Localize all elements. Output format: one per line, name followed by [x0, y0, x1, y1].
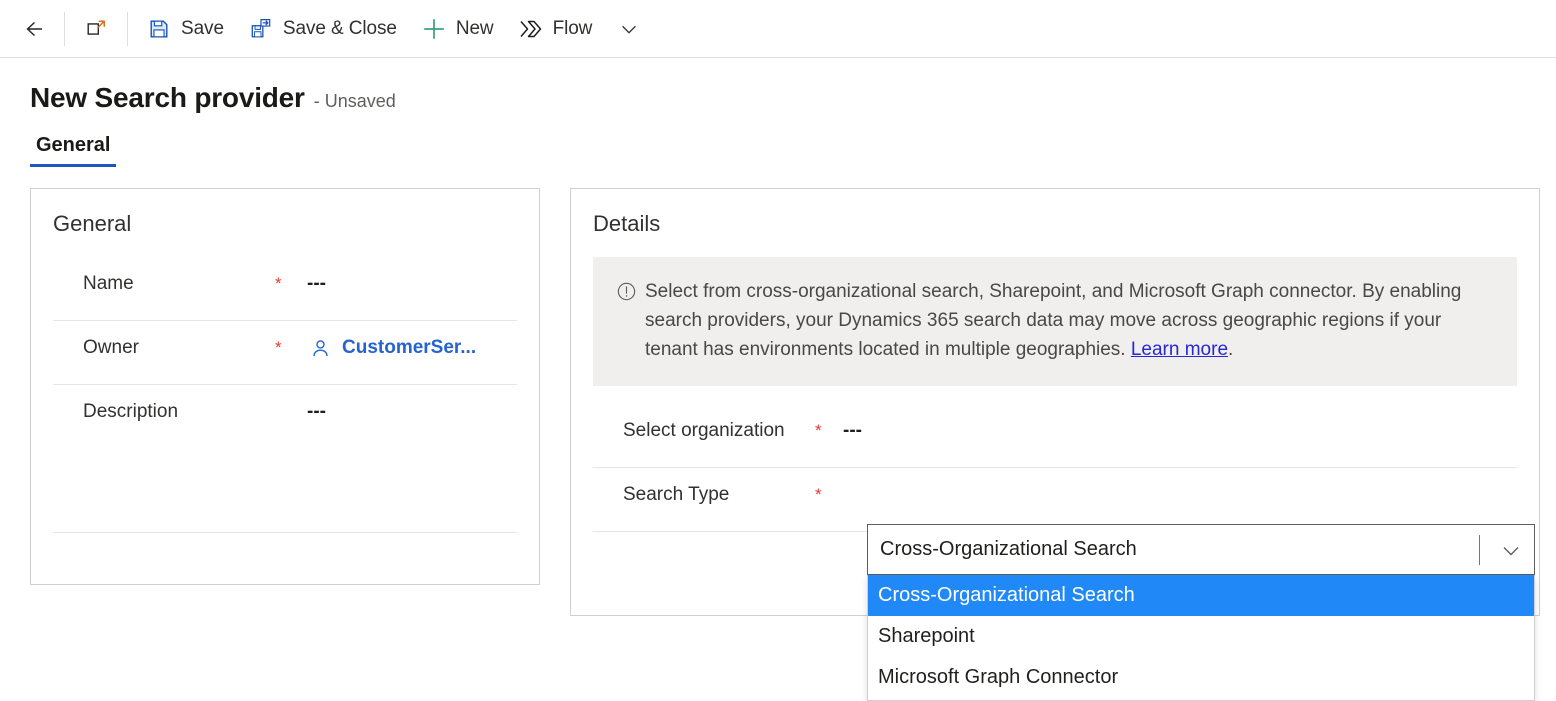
description-field-text: --- [307, 401, 326, 422]
person-icon [307, 335, 333, 361]
tab-general[interactable]: General [30, 134, 117, 167]
flow-button-label: Flow [552, 17, 593, 39]
details-info-period: . [1228, 339, 1234, 360]
search-type-label: Search Type [623, 484, 730, 505]
save-and-close-button[interactable]: Save & Close [236, 9, 409, 49]
search-type-option-microsoft-graph-connector[interactable]: Microsoft Graph Connector [868, 657, 1534, 698]
new-button-label: New [455, 17, 494, 39]
field-row-description: Description --- [53, 385, 517, 533]
search-type-option-list: Cross-Organizational Search Sharepoint M… [867, 575, 1535, 701]
search-type-selected-value: Cross-Organizational Search [880, 538, 1137, 560]
back-button[interactable] [8, 9, 58, 49]
save-button-label: Save [181, 17, 224, 39]
field-row-owner: Owner * CustomerSer... [53, 321, 517, 385]
new-button[interactable]: New [409, 9, 506, 49]
general-section-card: General Name * --- Owner * CustomerSer..… [30, 188, 540, 585]
flow-button[interactable]: Flow [506, 9, 605, 49]
select-organization-required-indicator: * [815, 421, 822, 440]
combobox-divider [1479, 534, 1480, 565]
tab-general-label: General [36, 134, 111, 156]
back-arrow-icon [20, 16, 46, 42]
owner-field-label: Owner [83, 337, 139, 358]
name-required-indicator: * [275, 274, 282, 293]
tab-strip: General [0, 134, 1556, 167]
details-info-text: Select from cross-organizational search,… [645, 277, 1491, 364]
command-bar: Save Save & Close New Flow [0, 0, 1556, 58]
details-section-title: Details [593, 211, 661, 236]
owner-lookup-link[interactable]: CustomerSer... [342, 335, 476, 361]
select-organization-value[interactable]: --- [843, 418, 862, 444]
search-type-dropdown: Cross-Organizational Search Cross-Organi… [867, 524, 1535, 701]
save-button[interactable]: Save [134, 9, 236, 49]
learn-more-link[interactable]: Learn more [1131, 339, 1228, 360]
owner-field-value[interactable]: CustomerSer... [305, 335, 476, 361]
flow-icon [518, 16, 544, 42]
name-field-value[interactable]: --- [305, 271, 326, 297]
field-row-search-type: Search Type * [593, 468, 1517, 532]
overflow-menu-button[interactable] [604, 9, 654, 49]
general-section-title: General [53, 211, 132, 236]
select-organization-text: --- [843, 420, 862, 441]
description-field-label: Description [83, 401, 179, 422]
plus-icon [421, 16, 447, 42]
owner-required-indicator: * [275, 338, 282, 357]
toolbar-divider-2 [127, 11, 128, 46]
page-header: New Search provider - Unsaved [0, 58, 1556, 114]
page-title: New Search provider [30, 82, 305, 113]
chevron-down-icon[interactable] [1494, 538, 1528, 562]
details-info-message: Select from cross-organizational search,… [645, 281, 1462, 360]
description-field-value[interactable]: --- [305, 399, 326, 425]
save-floppy-icon [146, 16, 172, 42]
name-field-label: Name [83, 273, 134, 294]
pop-out-button[interactable] [71, 9, 121, 49]
search-type-required-indicator: * [815, 485, 822, 504]
search-type-option-sharepoint[interactable]: Sharepoint [868, 616, 1534, 657]
page-save-status: - Unsaved [313, 91, 396, 111]
select-organization-label: Select organization [623, 420, 785, 441]
name-field-text: --- [307, 273, 326, 294]
toolbar-divider-1 [64, 11, 65, 46]
field-row-name: Name * --- [53, 257, 517, 321]
search-type-combobox[interactable]: Cross-Organizational Search [867, 524, 1535, 575]
description-required-indicator [275, 399, 305, 401]
save-and-close-button-label: Save & Close [282, 17, 397, 39]
search-type-option-cross-organizational-search[interactable]: Cross-Organizational Search [868, 575, 1534, 616]
chevron-down-icon [616, 16, 642, 42]
field-row-select-organization: Select organization * --- [593, 404, 1517, 468]
save-and-close-icon [248, 16, 274, 42]
details-info-banner: Select from cross-organizational search,… [593, 257, 1517, 386]
info-circle-icon [615, 277, 637, 305]
pop-out-icon [83, 16, 109, 42]
